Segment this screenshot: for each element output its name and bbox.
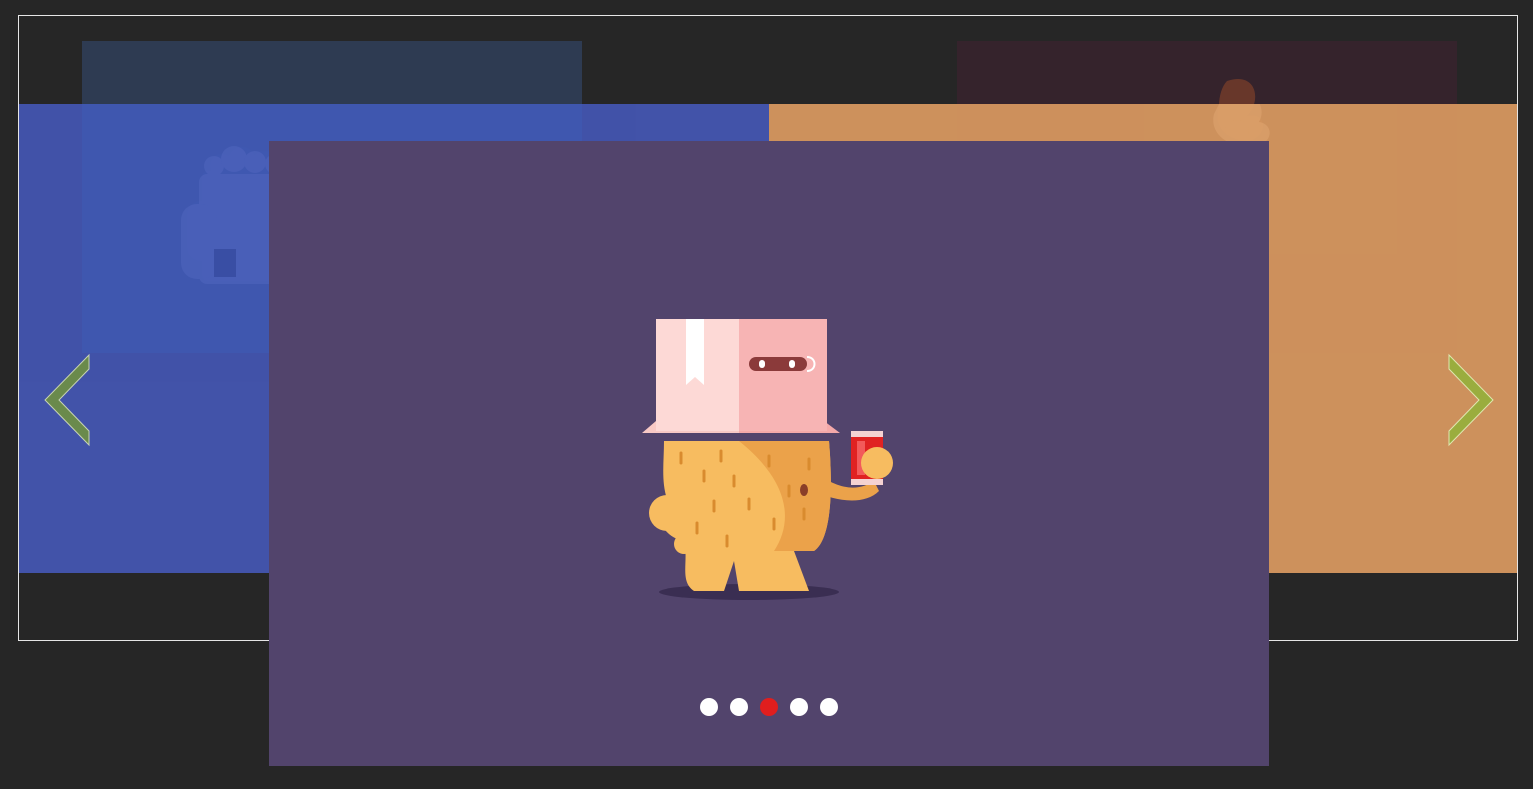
chevron-right-icon	[1448, 353, 1494, 447]
pagination-dot-4[interactable]	[790, 698, 808, 716]
chevron-left-icon	[44, 353, 90, 447]
pagination-dot-5[interactable]	[820, 698, 838, 716]
pagination-dots	[269, 698, 1269, 716]
pagination-dot-1[interactable]	[700, 698, 718, 716]
box-head-monster-with-soda-can-illustration	[642, 319, 893, 600]
prev-slide-button[interactable]	[41, 353, 91, 447]
carousel-stage	[0, 0, 1533, 789]
pagination-dot-3-active[interactable]	[760, 698, 778, 716]
next-slide-button[interactable]	[1447, 353, 1497, 447]
pagination-dot-2[interactable]	[730, 698, 748, 716]
slide-center-active[interactable]	[269, 141, 1269, 766]
